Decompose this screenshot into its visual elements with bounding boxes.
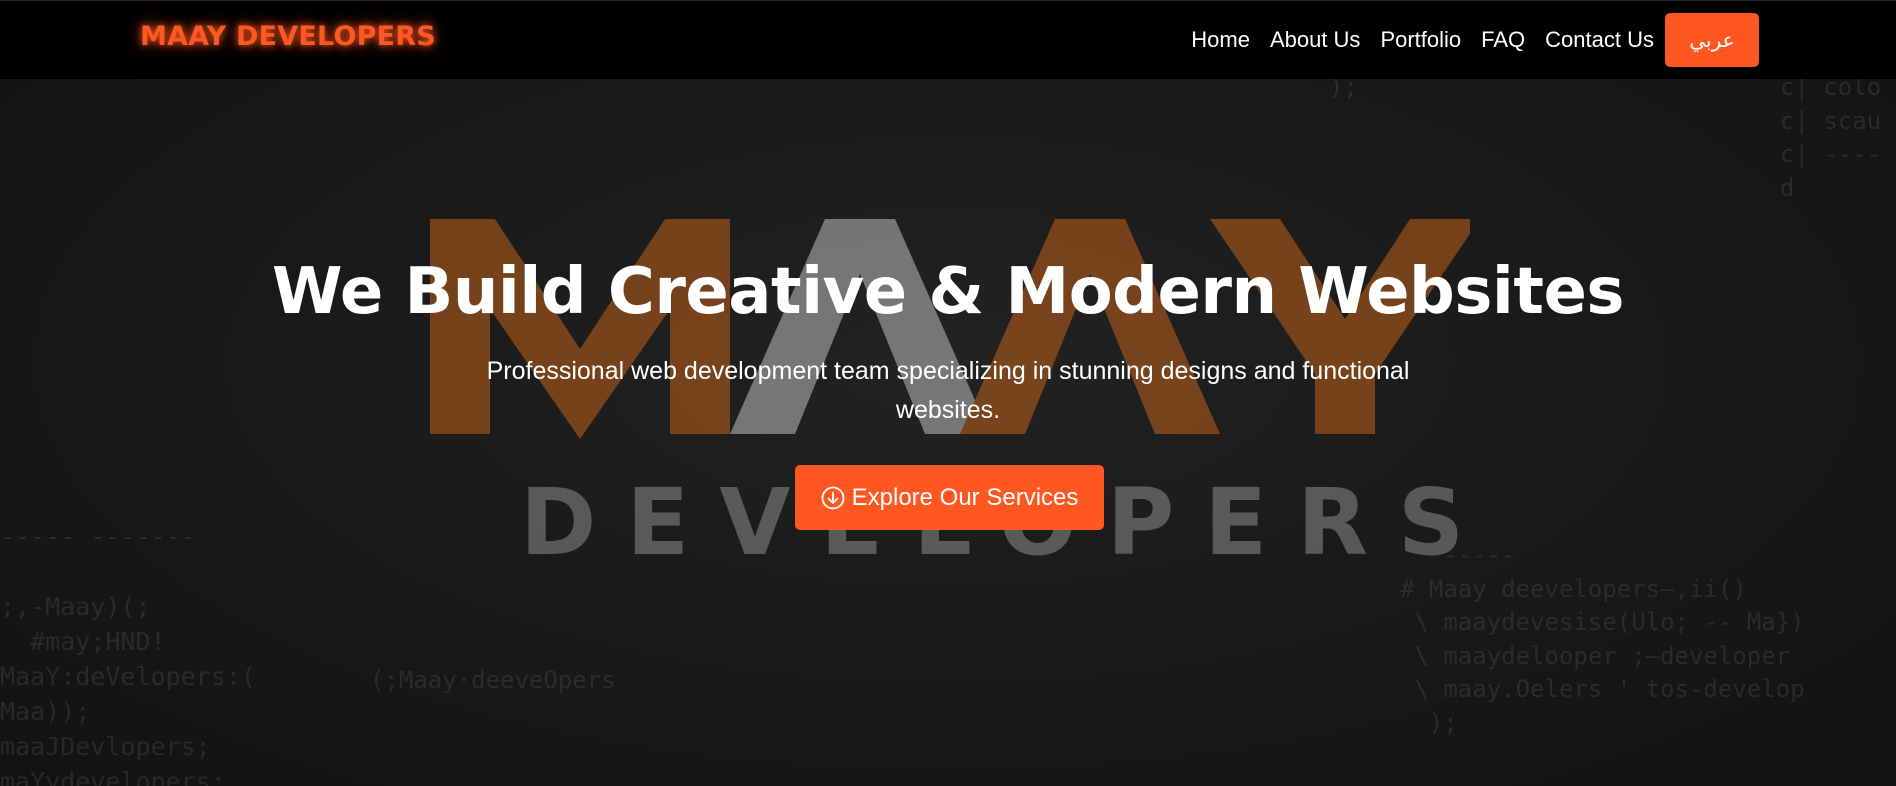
- explore-services-label: Explore Our Services: [851, 483, 1079, 511]
- nav-link-about-us[interactable]: About Us: [1270, 27, 1361, 53]
- background-code-decoration: ----- ------- ;,-Maay)(; #may;HND! MaaY:…: [0, 522, 256, 786]
- navbar: MAAY DEVELOPERS Home About Us Portfolio …: [0, 0, 1896, 79]
- hero-background: ); c| colo c| scau c| ---- d ----- -----…: [0, 79, 1896, 786]
- nav-link-contact-us[interactable]: Contact Us: [1545, 27, 1654, 53]
- hero-subtitle: Professional web development team specia…: [486, 357, 1410, 424]
- hero-title: We Build Creative & Modern Websites: [272, 255, 1624, 329]
- background-code-decoration: );: [1300, 79, 1358, 101]
- language-toggle-button[interactable]: عربي: [1665, 13, 1759, 67]
- nav-link-home[interactable]: Home: [1191, 27, 1250, 53]
- nav-menu: Home About Us Portfolio FAQ Contact Us ع…: [1191, 13, 1759, 67]
- background-code-decoration: (;Maay·deeveOpers: [370, 666, 616, 694]
- arrow-down-circle-icon: [821, 486, 845, 509]
- page: ); c| colo c| scau c| ---- d ----- -----…: [0, 0, 1896, 786]
- background-code-decoration: c| colo c| scau c| ---- d: [1780, 79, 1882, 202]
- brand-logo[interactable]: MAAY DEVELOPERS: [140, 21, 436, 52]
- nav-link-faq[interactable]: FAQ: [1481, 27, 1525, 53]
- explore-services-button[interactable]: Explore Our Services: [795, 465, 1104, 530]
- nav-link-portfolio[interactable]: Portfolio: [1380, 27, 1461, 53]
